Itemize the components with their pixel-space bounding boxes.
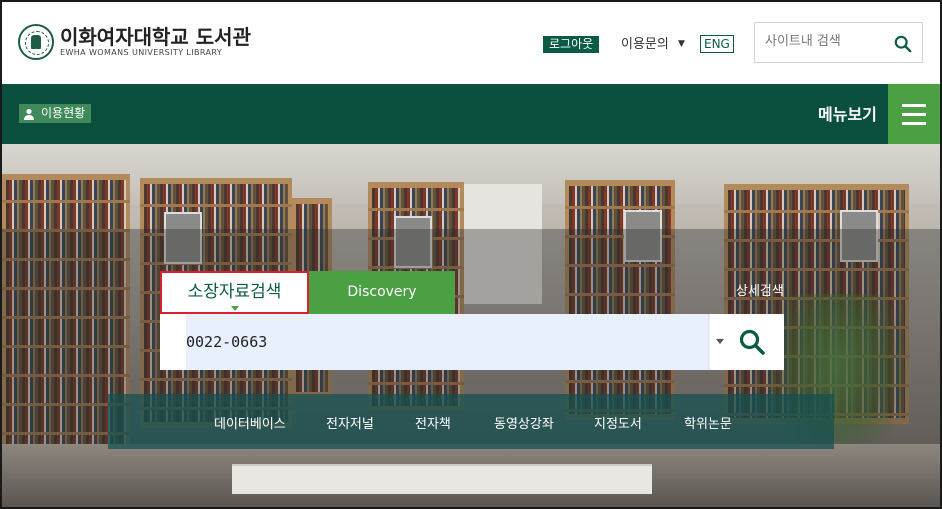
main-navbar: 이용현황 메뉴보기 [2, 84, 940, 144]
tab-collection-search-label: 소장자료검색 [187, 282, 282, 302]
site-search-input[interactable] [765, 34, 885, 49]
site-header: 이화여자대학교 도서관 EWHA WOMANS UNIVERSITY LIBRA… [2, 2, 940, 84]
menu-view-label[interactable]: 메뉴보기 [818, 104, 877, 126]
main-search-box [160, 314, 784, 370]
browser-frame: 이화여자대학교 도서관 EWHA WOMANS UNIVERSITY LIBRA… [0, 0, 942, 509]
main-search-input[interactable] [186, 314, 710, 370]
tab-collection-search[interactable]: 소장자료검색 [160, 271, 309, 314]
user-icon [24, 108, 34, 120]
hero-library-image: 소장자료검색 Discovery 상세검색 데이터베이스 전자저널 전자책 동영… [2, 144, 940, 507]
search-history-dropdown-icon[interactable] [716, 339, 724, 344]
quick-links-bar: 데이터베이스 전자저널 전자책 동영상강좌 지정도서 학위논문 [108, 394, 834, 449]
tab-discovery[interactable]: Discovery [309, 271, 455, 314]
english-language-button[interactable]: ENG [700, 35, 734, 53]
logo-english-title: EWHA WOMANS UNIVERSITY LIBRARY [60, 48, 223, 57]
reading-table [232, 464, 652, 494]
quick-link-databases[interactable]: 데이터베이스 [214, 413, 286, 432]
inquiry-menu[interactable]: 이용문의 [621, 36, 669, 53]
inquiry-dropdown-icon[interactable]: ▼ [678, 39, 685, 49]
logout-button[interactable]: 로그아웃 [543, 36, 600, 53]
usage-status-button[interactable]: 이용현황 [19, 104, 92, 123]
hamburger-icon [902, 103, 926, 107]
advanced-search-link[interactable]: 상세검색 [736, 283, 784, 301]
quick-link-theses[interactable]: 학위논문 [684, 413, 732, 432]
search-submit-icon[interactable] [738, 328, 766, 356]
logo-korean-title: 이화여자대학교 도서관 [60, 25, 251, 49]
tab-active-indicator-icon [231, 306, 239, 311]
logo-text: 이화여자대학교 도서관 EWHA WOMANS UNIVERSITY LIBRA… [60, 26, 251, 58]
search-divider [708, 314, 709, 370]
quick-link-ebooks[interactable]: 전자책 [415, 413, 451, 432]
hamburger-line [902, 121, 926, 125]
quick-link-video-lectures[interactable]: 동영상강좌 [494, 413, 554, 432]
search-icon[interactable] [894, 35, 912, 53]
library-logo[interactable]: 이화여자대학교 도서관 EWHA WOMANS UNIVERSITY LIBRA… [18, 24, 251, 60]
hamburger-line [902, 112, 926, 116]
university-seal-icon [18, 24, 54, 60]
quick-link-ejournals[interactable]: 전자저널 [326, 413, 374, 432]
hamburger-menu-button[interactable] [888, 84, 940, 144]
usage-status-label: 이용현황 [41, 106, 86, 120]
quick-link-reserve-books[interactable]: 지정도서 [594, 413, 642, 432]
site-search-box [754, 22, 923, 63]
